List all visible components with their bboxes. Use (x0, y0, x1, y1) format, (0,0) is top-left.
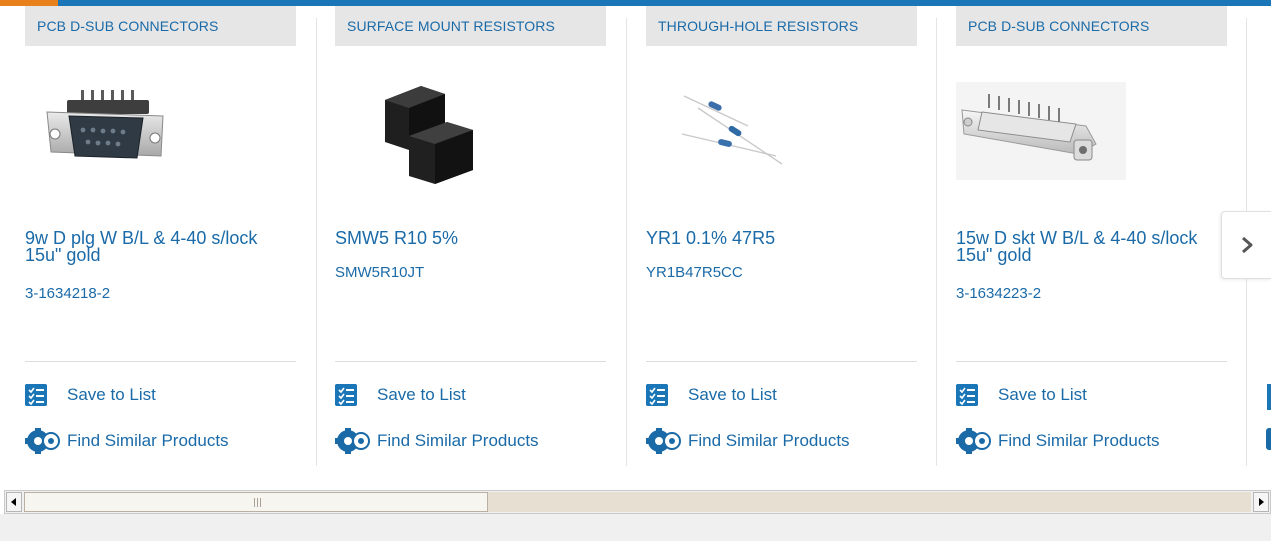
find-similar-label: Find Similar Products (377, 431, 539, 450)
category-label[interactable]: SURFACE MOUNT RESISTORS (335, 6, 606, 46)
dsub-socket-connector-image[interactable] (956, 82, 1126, 180)
gears-icon[interactable] (1266, 428, 1271, 450)
find-similar-label: Find Similar Products (67, 431, 229, 450)
checklist-icon[interactable] (1267, 384, 1271, 410)
axial-resistor-image[interactable] (678, 90, 788, 172)
part-number[interactable]: SMW5R10JT (335, 264, 424, 281)
product-title[interactable]: 15w D skt W B/L & 4-40 s/lock 15u" gold (956, 229, 1216, 264)
product-card: PCB D-SUB CONNECTORS 15w D skt W B/L & 4… (956, 6, 1227, 466)
chevron-right-icon (1241, 236, 1252, 254)
product-card: THROUGH-HOLE RESISTORS YR1 0.1% 47R5 YR1… (646, 6, 917, 466)
save-to-list-button[interactable]: Save to List (25, 384, 156, 406)
scroll-track[interactable] (24, 492, 1251, 512)
category-label[interactable]: PCB D-SUB CONNECTORS (956, 6, 1227, 46)
find-similar-label: Find Similar Products (688, 431, 850, 450)
divider (956, 361, 1227, 362)
page-footer-area (0, 514, 1271, 541)
product-title[interactable]: SMW5 R10 5% (335, 229, 595, 247)
save-to-list-label: Save to List (688, 385, 777, 404)
smd-resistor-image[interactable] (375, 72, 485, 184)
part-number[interactable]: 3-1634223-2 (956, 285, 1041, 302)
checklist-icon (646, 384, 668, 406)
product-carousel: PCB D-SUB CONNECTORS 9w D plg W B/L & 4-… (0, 0, 1271, 490)
scroll-right-arrow-icon (1259, 498, 1264, 506)
part-number[interactable]: 3-1634218-2 (25, 285, 110, 302)
find-similar-products-button[interactable]: Find Similar Products (956, 428, 1160, 454)
save-to-list-label: Save to List (998, 385, 1087, 404)
divider (25, 361, 296, 362)
carousel-next-button[interactable] (1221, 211, 1271, 279)
scroll-left-arrow-icon (11, 498, 16, 506)
save-to-list-label: Save to List (67, 385, 156, 404)
part-number[interactable]: YR1B47R5CC (646, 264, 743, 281)
scroll-left-button[interactable] (6, 492, 22, 512)
gears-icon (646, 428, 681, 454)
checklist-icon (335, 384, 357, 406)
horizontal-scrollbar[interactable] (4, 490, 1271, 514)
find-similar-label: Find Similar Products (998, 431, 1160, 450)
gears-icon (25, 428, 60, 454)
category-label[interactable]: THROUGH-HOLE RESISTORS (646, 6, 917, 46)
save-to-list-button[interactable]: Save to List (956, 384, 1087, 406)
save-to-list-button[interactable]: Save to List (335, 384, 466, 406)
save-to-list-button[interactable]: Save to List (646, 384, 777, 406)
product-title[interactable]: 9w D plg W B/L & 4-40 s/lock 15u" gold (25, 229, 285, 264)
product-title[interactable]: YR1 0.1% 47R5 (646, 229, 906, 247)
find-similar-products-button[interactable]: Find Similar Products (335, 428, 539, 454)
scroll-thumb[interactable] (24, 492, 488, 512)
save-to-list-label: Save to List (377, 385, 466, 404)
checklist-icon (25, 384, 47, 406)
find-similar-products-button[interactable]: Find Similar Products (646, 428, 850, 454)
scroll-right-button[interactable] (1253, 492, 1269, 512)
gears-icon (335, 428, 370, 454)
category-label[interactable]: PCB D-SUB CONNECTORS (25, 6, 296, 46)
divider (335, 361, 606, 362)
product-card: PCB D-SUB CONNECTORS 9w D plg W B/L & 4-… (25, 6, 296, 466)
find-similar-products-button[interactable]: Find Similar Products (25, 428, 229, 454)
dsub-plug-connector-image[interactable] (43, 86, 167, 168)
divider (646, 361, 917, 362)
scroll-grip (254, 498, 263, 507)
card-divider (316, 18, 317, 466)
product-card: SURFACE MOUNT RESISTORS SMW5 R10 5% SMW5… (335, 6, 606, 466)
card-divider (936, 18, 937, 466)
gears-icon (956, 428, 991, 454)
checklist-icon (956, 384, 978, 406)
card-divider (626, 18, 627, 466)
